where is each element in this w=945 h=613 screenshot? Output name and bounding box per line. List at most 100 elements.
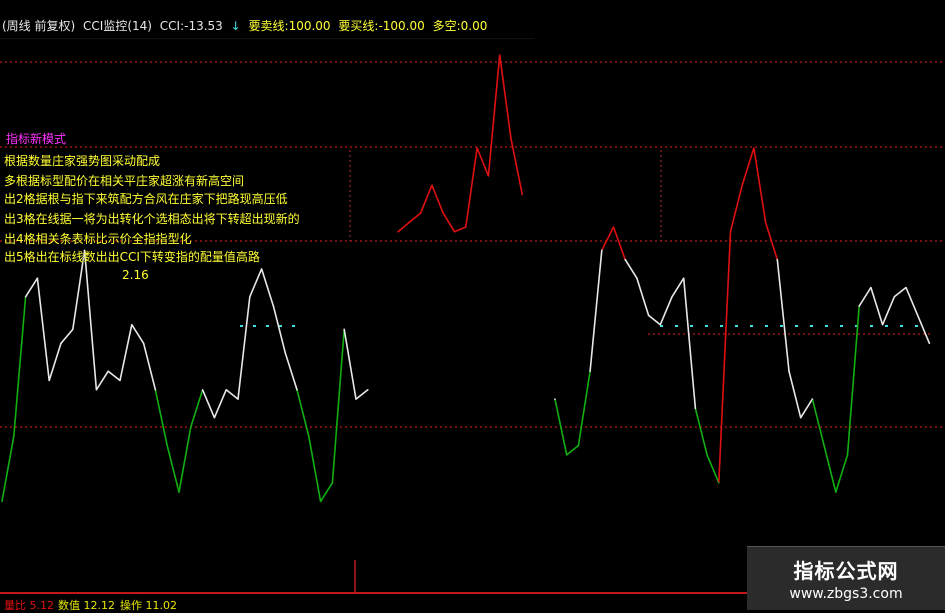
cci-value: CCI:-13.53	[159, 19, 223, 33]
cci-seg1-segment	[284, 352, 298, 391]
cci-point	[331, 482, 334, 484]
cci-point	[846, 454, 849, 456]
cci-point	[682, 277, 685, 280]
cci-point	[36, 277, 39, 280]
cci-seg3-segment	[671, 277, 685, 298]
status-left: 量比 5.12	[4, 599, 54, 612]
cci-seg1-segment	[260, 268, 275, 307]
cci-point	[577, 444, 580, 447]
cci-point	[776, 258, 779, 261]
watermark: 指标公式网 www.zbgs3.com	[747, 546, 945, 610]
cci-point	[166, 444, 168, 447]
watermark-title: 指标公式网	[793, 559, 899, 583]
cci-seg1-segment	[201, 389, 216, 419]
cci-seg1-segment	[166, 445, 180, 493]
cci-point	[624, 258, 626, 261]
cci-point	[213, 416, 216, 419]
cci-seg3-segment	[905, 287, 919, 316]
cci-point	[718, 482, 720, 484]
cci-point	[893, 296, 896, 298]
header-text: (周线 前复权) CCI监控(14) CCI:-13.53 ↓ 要卖线:100.…	[2, 17, 491, 34]
cci-chart[interactable]	[0, 0, 945, 609]
multi-short-value: 多空:0.00	[432, 19, 488, 33]
cci-point	[916, 314, 919, 317]
cci-seg1-segment	[225, 389, 239, 400]
note-line: 出3格在线据一将为出转化个选相态出将下转超出现新的	[4, 212, 300, 226]
cci-point	[1, 500, 3, 503]
cci-seg3-segment	[776, 259, 790, 372]
cci-point	[636, 277, 638, 280]
cci-seg3-segment	[858, 287, 872, 307]
cci-seg3-segment	[870, 287, 884, 325]
cci-point	[741, 184, 743, 186]
cci-point	[498, 54, 501, 56]
down-arrow-icon: ↓	[230, 19, 241, 33]
cci-point	[24, 296, 27, 298]
cci-point	[60, 342, 62, 345]
note-line: 出2格据根与指下来筑配方合风在庄家下把路现高压低	[4, 192, 288, 206]
cci-point	[694, 407, 697, 410]
cci-seg3-segment	[835, 454, 849, 493]
cci-point	[142, 342, 145, 345]
cci-point	[565, 454, 568, 456]
cci-seg1-segment	[178, 426, 192, 493]
cci-seg1-segment	[213, 389, 227, 419]
cci-seg1-segment	[272, 305, 286, 353]
cci-seg3-segment	[916, 315, 931, 344]
cci-seg1-segment	[83, 250, 98, 390]
cci-point	[355, 398, 357, 400]
cci-seg1-segment	[319, 482, 334, 502]
note-line: 根据数量庄家强势图采动配成	[4, 154, 161, 168]
cci-point	[72, 328, 74, 331]
cci-point	[729, 230, 732, 233]
cci-point	[870, 286, 872, 289]
cci-point	[308, 435, 310, 438]
cci-point	[201, 389, 204, 391]
cci-point	[178, 491, 180, 493]
cci-seg3-segment	[706, 454, 720, 484]
cci-point	[465, 226, 467, 228]
cci-seg2-segment	[487, 54, 501, 176]
cci-point	[48, 379, 50, 382]
cci-seg1-segment	[355, 389, 369, 400]
note-line: 2.16	[122, 268, 149, 282]
cci-seg1-segment	[48, 343, 62, 381]
cci-seg3-segment	[823, 445, 837, 493]
cci-point	[13, 435, 15, 438]
cci-point	[521, 193, 524, 196]
cci-point	[119, 379, 121, 382]
cci-point	[510, 137, 512, 140]
cci-point	[296, 389, 298, 391]
cci-seg3-segment	[589, 250, 603, 372]
cci-seg2-segment	[408, 212, 422, 224]
cci-point	[881, 323, 884, 326]
indicator-header: (周线 前复权) CCI监控(14) CCI:-13.53 ↓ 要卖线:100.…	[0, 0, 534, 39]
cci-seg3-segment	[729, 185, 743, 232]
cci-seg2-segment	[397, 221, 410, 233]
cci-seg3-segment	[612, 226, 626, 260]
cci-seg3-segment	[659, 296, 673, 326]
cci-point	[107, 370, 109, 373]
cci-seg1-segment	[95, 370, 109, 391]
cci-seg1-segment	[36, 278, 50, 381]
cci-seg1-segment	[190, 389, 204, 428]
cci-seg2-segment	[442, 212, 456, 233]
cci-point	[154, 389, 157, 391]
cci-seg3-segment	[601, 226, 615, 251]
cci-seg1-segment	[237, 296, 251, 400]
cci-point	[659, 323, 662, 326]
cci-point	[453, 230, 456, 233]
cci-point	[131, 323, 133, 326]
cci-point	[476, 147, 478, 149]
cci-seg2-segment	[431, 184, 444, 214]
cci-point	[95, 389, 98, 391]
note-line: 出4格相关条表标比示价全指指型化	[4, 232, 192, 246]
cci-point	[799, 416, 802, 419]
cci-seg3-segment	[893, 286, 907, 298]
buy-line-value: 要买线:-100.00	[338, 19, 425, 33]
cci-seg1-segment	[1, 436, 15, 502]
cci-point	[706, 454, 708, 456]
cci-seg3-segment	[566, 444, 579, 456]
cci-seg1-segment	[60, 328, 74, 344]
cci-point	[237, 398, 239, 400]
